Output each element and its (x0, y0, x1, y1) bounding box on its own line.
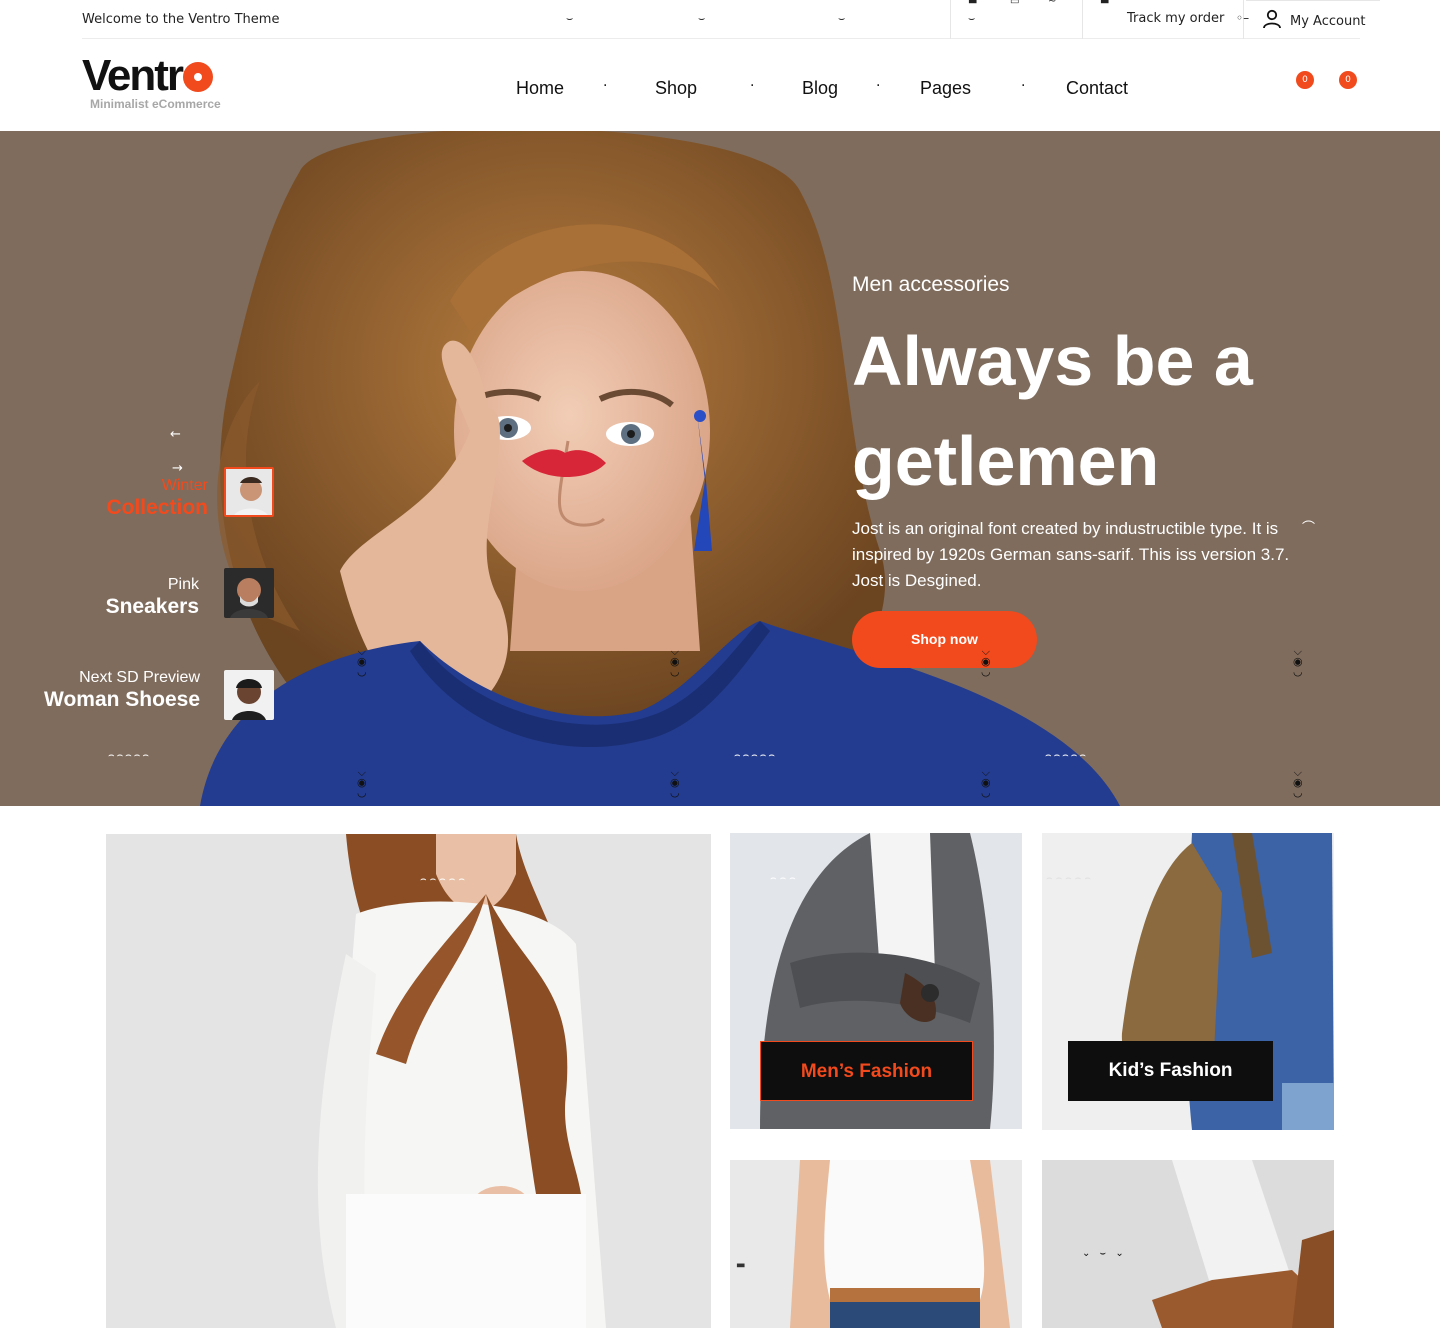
slide-thumb-3[interactable]: Next SD Preview Woman Shoese (20, 668, 200, 712)
decor-dash-icon: ⌢⌢⌢ (770, 873, 799, 884)
tshirt-banner-image (730, 1160, 1022, 1328)
decor-dash-icon: ⌢⌢⌢⌢⌢ (1045, 750, 1088, 761)
mens-banner[interactable]: ⌢⌢⌢ Men’s Fashion (730, 833, 1022, 1129)
nav-separator: · (1021, 78, 1026, 94)
decor-glyph-icon: ⌵ ◉ ◡ (981, 645, 991, 678)
my-account-link[interactable]: My Account (1290, 14, 1366, 29)
decor-glyph-icon: ⌵ ◉ ◡ (357, 645, 367, 678)
logo-tagline: Minimalist eCommerce (90, 97, 221, 111)
decor-glyph-icon: ⌵ ◉ ◡ (357, 766, 367, 799)
nav-shop[interactable]: Shop (655, 78, 697, 99)
top-bar-divider (82, 38, 1360, 39)
nav-blog[interactable]: Blog (802, 78, 838, 99)
slide-thumb-title: Woman Shoese (44, 688, 200, 711)
slide-thumb-image[interactable] (224, 467, 274, 517)
women-banner-image (106, 834, 711, 1328)
hero-kicker: Men accessories (852, 273, 1010, 296)
slide-thumb-subtitle: Winter (161, 477, 208, 494)
prev-arrow-icon[interactable]: ← (170, 427, 181, 442)
decor-dash-icon: ⌢⌢⌢⌢⌢ (108, 750, 151, 761)
nav-contact[interactable]: Contact (1066, 78, 1128, 99)
decor-glyph-icon: ⌵ ◉ ◡ (670, 766, 680, 799)
decor-glyph-icon: ⌵ ◉ ◡ (981, 766, 991, 799)
nav-pages[interactable]: Pages (920, 78, 971, 99)
top-bar: Welcome to the Ventro Theme ⌣ ⌣ ⌣ ▬ ▭ ~ … (0, 0, 1440, 40)
glasses-icon: ◦– (1236, 11, 1250, 25)
dash-icon: ⌣ (698, 12, 706, 25)
instagram-icon[interactable]: ▭ (1010, 0, 1019, 7)
decor-glyph-icon: ⌵ ◉ ◡ (670, 645, 680, 678)
mens-fashion-button[interactable]: Men’s Fashion (760, 1041, 973, 1101)
slide-thumb-subtitle: Next SD Preview (79, 669, 200, 686)
dash-icon: ⌣ (968, 12, 976, 25)
decor-dash-icon: ⌢⌢⌢⌢⌢ (734, 750, 777, 761)
decor-glyph-icon: ⌵ ◉ ◡ (1293, 645, 1303, 678)
tshirt-banner[interactable]: ▬ (730, 1160, 1022, 1328)
dash-icon: ⌣ (838, 12, 846, 25)
wishlist-count-badge[interactable]: 0 (1296, 71, 1314, 89)
slide-thumb-title: Sneakers (105, 595, 199, 618)
next-arrow-icon[interactable]: → (172, 461, 183, 476)
logo-wordmark: Ventr (82, 51, 184, 100)
decor-dash-icon: ⌢⌢⌢⌢⌢ (420, 874, 468, 885)
welcome-text: Welcome to the Ventro Theme (82, 12, 280, 27)
kids-fashion-button[interactable]: Kid’s Fashion (1068, 1041, 1273, 1101)
top-bar-separator (950, 0, 951, 39)
twitter-icon[interactable]: ~ (1048, 0, 1056, 7)
boots-banner[interactable]: ⌄ ⌣ ⌄ (1042, 1160, 1334, 1328)
nav-separator: · (876, 78, 881, 94)
kids-banner[interactable]: ⌢⌢⌢⌢⌢ Kid’s Fashion (1042, 833, 1334, 1130)
hero-description: Jost is an original font created by indu… (852, 519, 1290, 590)
youtube-icon[interactable]: ▬ (1100, 0, 1109, 7)
decor-dash-icon: ▬ (736, 1260, 749, 1271)
decor-dash-icon: ⌄ ⌣ ⌄ (1082, 1248, 1127, 1259)
slide-thumb-1[interactable]: Winter Collection (60, 476, 208, 520)
slide-thumb-subtitle: Pink (167, 576, 199, 593)
hero-title: Always be a getlemen (852, 322, 1253, 500)
slide-thumb-2[interactable]: Pink Sneakers (40, 575, 199, 619)
women-banner[interactable]: ⌢⌢⌢⌢⌢ (106, 834, 711, 1328)
nav-home[interactable]: Home (516, 78, 564, 99)
nav-separator: · (750, 78, 755, 94)
dash-icon: ⌣ (566, 12, 574, 25)
shop-now-button[interactable]: Shop now (852, 611, 1037, 668)
site-logo[interactable]: Ventr Minimalist eCommerce (82, 51, 221, 112)
hero-slider: ← → Winter Collection Pink Sneakers Next… (0, 131, 1440, 806)
nav-separator: · (603, 78, 608, 94)
decor-glyph-icon: ⌵ ◉ ◡ (1293, 766, 1303, 799)
slide-thumb-image[interactable] (224, 670, 274, 720)
logo-mark (183, 62, 214, 92)
track-order-link[interactable]: Track my order (1127, 11, 1224, 26)
slider-next-icon[interactable]: ⌒ (1302, 517, 1315, 536)
top-bar-separator (1082, 0, 1083, 39)
boots-banner-image (1042, 1160, 1334, 1328)
user-icon[interactable] (1262, 9, 1282, 29)
decor-dash-icon: ⌢⌢⌢⌢⌢ (1046, 873, 1094, 884)
slide-thumb-image[interactable] (224, 568, 274, 618)
facebook-icon[interactable]: ▬ (968, 0, 977, 7)
slide-thumb-title: Collection (106, 496, 208, 519)
top-bar-border (1246, 0, 1380, 1)
cart-count-badge[interactable]: 0 (1339, 71, 1357, 89)
